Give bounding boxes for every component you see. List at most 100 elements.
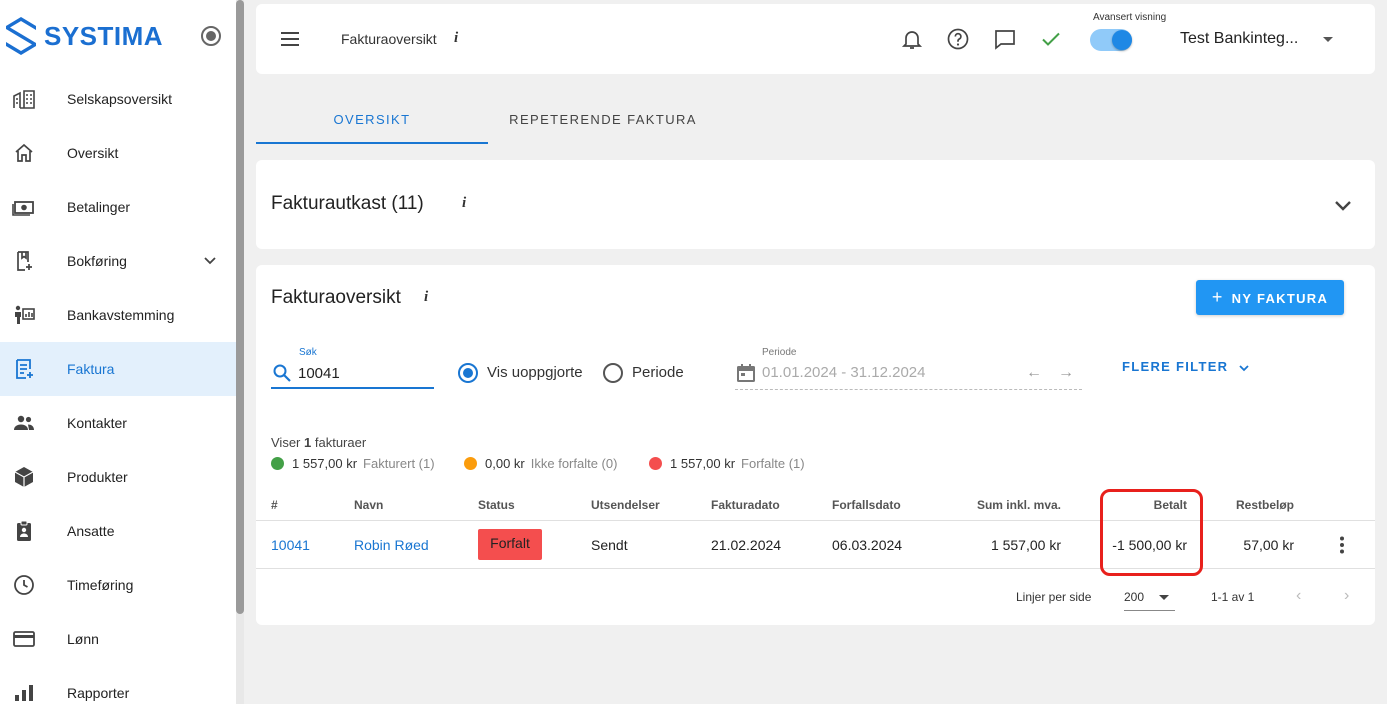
legend-dot-green: [271, 457, 284, 470]
sidebar-item-label: Betalinger: [67, 199, 131, 215]
more-filters-button[interactable]: FLERE FILTER: [1122, 359, 1228, 374]
chevron-down-icon[interactable]: [200, 251, 220, 271]
column-header-name[interactable]: Navn: [354, 498, 383, 512]
search-icon: [273, 364, 291, 382]
column-header-number[interactable]: #: [271, 498, 278, 512]
caret-down-icon[interactable]: [1323, 37, 1333, 42]
radio-period[interactable]: [603, 363, 623, 383]
radio-period-label[interactable]: Periode: [632, 364, 684, 381]
chevron-down-icon[interactable]: [1237, 361, 1251, 375]
period-field[interactable]: 01.01.2024 - 31.12.2024: [762, 364, 925, 381]
company-selector[interactable]: Test Bankinteg...: [1180, 30, 1298, 48]
search-label: Søk: [299, 347, 317, 358]
sidebar-item-lonn[interactable]: Lønn: [0, 612, 236, 666]
sidebar-item-oversikt[interactable]: Oversikt: [0, 126, 236, 180]
sidebar-item-label: Rapporter: [67, 685, 130, 701]
info-icon[interactable]: i: [454, 30, 458, 47]
sidebar-item-timeforing[interactable]: Timeføring: [0, 558, 236, 612]
invoice-icon: [16, 359, 33, 379]
column-header-due-date[interactable]: Forfallsdato: [832, 498, 901, 512]
sidebar-item-kontakter[interactable]: Kontakter: [0, 396, 236, 450]
sidebar-item-label: Faktura: [67, 361, 115, 377]
sidebar-item-label: Kontakter: [67, 415, 127, 431]
products-icon: [14, 467, 34, 487]
sidebar-scrollbar-thumb[interactable]: [236, 0, 244, 614]
chevron-left-icon[interactable]: ‹: [1296, 587, 1301, 605]
sum-cell: 1 557,00 kr: [990, 537, 1061, 553]
row-divider: [256, 568, 1375, 569]
systima-logo-icon: [6, 17, 36, 55]
radio-unsettled-label[interactable]: Vis uoppgjorte: [487, 364, 583, 381]
logo-text: SYSTIMA: [44, 20, 164, 51]
period-label: Periode: [762, 347, 797, 358]
sidebar-item-label: Bankavstemming: [67, 307, 175, 323]
sidebar-item-label: Lønn: [67, 631, 99, 647]
bank-reconciliation-icon: [15, 305, 35, 324]
pagination-range: 1-1 av 1: [1211, 590, 1255, 604]
rows-per-page-select[interactable]: 200: [1124, 590, 1144, 604]
check-icon[interactable]: [1039, 27, 1063, 51]
sidebar-item-produkter[interactable]: Produkter: [0, 450, 236, 504]
due-date-cell: 06.03.2024: [832, 537, 903, 553]
customer-name-link[interactable]: Robin Røed: [354, 537, 429, 553]
chevron-right-icon[interactable]: ›: [1344, 587, 1349, 605]
tab-oversikt[interactable]: OVERSIKT: [256, 100, 488, 144]
invoice-overview-panel: Fakturaoversikt i + NY FAKTURA Søk Vis uo…: [256, 265, 1375, 625]
legend-dot-red: [649, 457, 662, 470]
menu-icon[interactable]: [280, 30, 300, 48]
chat-icon[interactable]: [993, 27, 1017, 51]
column-header-dispatch[interactable]: Utsendelser: [591, 498, 660, 512]
chevron-down-icon[interactable]: [1332, 194, 1354, 216]
sidebar-item-label: Timeføring: [67, 577, 134, 593]
sidebar-item-selskapsoversikt[interactable]: Selskapsoversikt: [0, 72, 236, 126]
remaining-cell: 57,00 kr: [1243, 537, 1294, 553]
invoice-number-link[interactable]: 10041: [271, 537, 310, 553]
help-icon[interactable]: [946, 27, 970, 51]
sidebar-item-faktura[interactable]: Faktura: [0, 342, 236, 396]
legend-dot-orange: [464, 457, 477, 470]
legend-amount: 0,00 kr: [485, 456, 525, 471]
column-header-status[interactable]: Status: [478, 498, 515, 512]
sidebar-item-ansatte[interactable]: Ansatte: [0, 504, 236, 558]
results-suffix: fakturaer: [314, 435, 367, 450]
info-icon[interactable]: i: [424, 289, 428, 306]
sidebar-item-rapporter[interactable]: Rapporter: [0, 666, 236, 704]
column-header-remaining[interactable]: Restbeløp: [1194, 498, 1294, 512]
sidebar-item-bankavstemming[interactable]: Bankavstemming: [0, 288, 236, 342]
dispatch-cell: Sendt: [591, 537, 628, 553]
header-divider: [256, 520, 1375, 521]
reports-icon: [15, 685, 33, 701]
legend-amount: 1 557,00 kr: [292, 456, 358, 471]
calendar-icon[interactable]: [735, 362, 757, 384]
sidebar-item-label: Produkter: [67, 469, 128, 485]
column-header-sum[interactable]: Sum inkl. mva.: [961, 498, 1061, 512]
payroll-card-icon: [13, 631, 35, 647]
home-icon: [15, 143, 33, 162]
search-input[interactable]: [298, 362, 432, 384]
results-number: 1: [304, 435, 312, 450]
drafts-panel[interactable]: Fakturautkast (11) i: [256, 160, 1375, 249]
arrow-left-icon[interactable]: ←: [1026, 364, 1042, 382]
advanced-view-toggle[interactable]: [1090, 29, 1132, 51]
arrow-right-icon[interactable]: →: [1058, 364, 1074, 382]
sidebar-nav: Selskapsoversikt Oversikt Betalinger Bok…: [0, 72, 236, 704]
radio-unsettled[interactable]: [458, 363, 478, 383]
tab-repeterende-faktura[interactable]: REPETERENDE FAKTURA: [488, 100, 718, 144]
payments-icon: [12, 201, 34, 216]
column-header-invoice-date[interactable]: Fakturadato: [711, 498, 780, 512]
toggle-knob: [1112, 30, 1132, 50]
overview-title: Fakturaoversikt: [271, 287, 401, 308]
notifications-bell-icon[interactable]: [900, 27, 924, 51]
more-vert-icon[interactable]: [1340, 536, 1344, 554]
sidebar-item-bokforing[interactable]: Bokføring: [0, 234, 236, 288]
systima-logo[interactable]: SYSTIMA: [4, 14, 163, 58]
new-invoice-button[interactable]: + NY FAKTURA: [1196, 280, 1344, 315]
page-breadcrumb: Fakturaoversikt: [341, 31, 437, 47]
advanced-view-label: Avansert visning: [1093, 12, 1167, 23]
legend-label: Ikke forfalte (0): [530, 456, 618, 471]
sidebar-item-betalinger[interactable]: Betalinger: [0, 180, 236, 234]
caret-down-icon[interactable]: [1159, 595, 1169, 600]
info-icon[interactable]: i: [462, 195, 466, 212]
sidebar-item-label: Selskapsoversikt: [67, 91, 173, 107]
sidebar-collapse-toggle[interactable]: [201, 26, 221, 46]
